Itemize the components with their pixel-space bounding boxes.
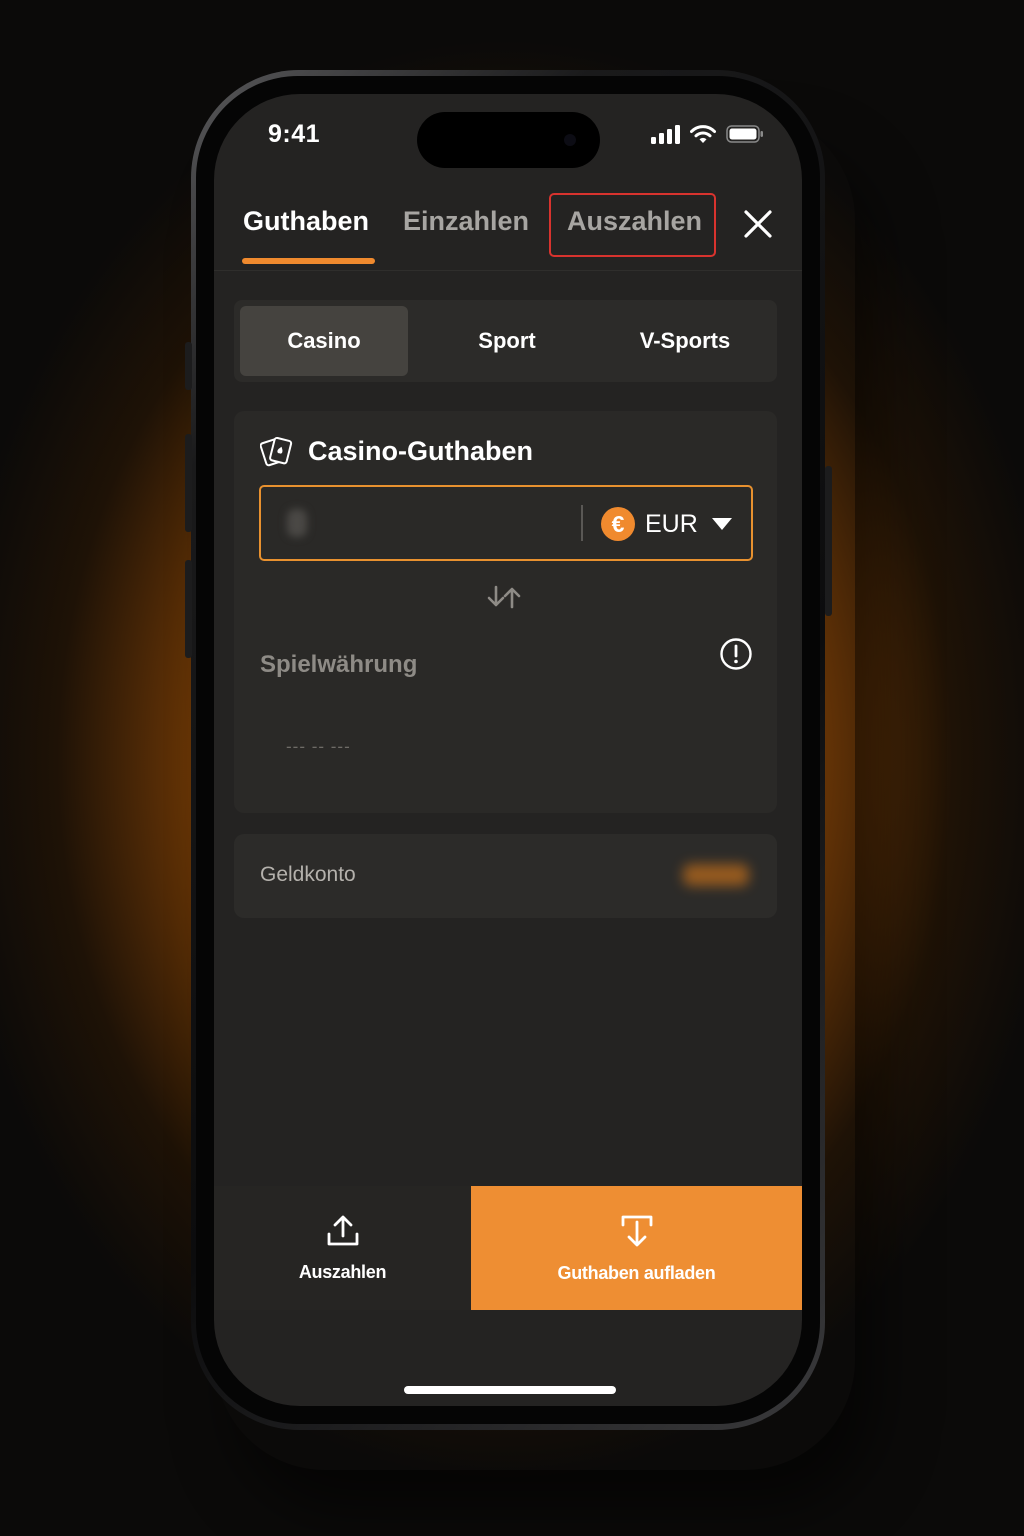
casino-balance-card: Casino-Guthaben € EUR Spielwährung --- -… <box>234 411 777 813</box>
card-header: Casino-Guthaben <box>260 435 533 467</box>
currency-code: EUR <box>645 509 698 538</box>
amount-value-obscured <box>287 509 307 537</box>
card-title: Casino-Guthaben <box>308 435 534 466</box>
account-value-obscured <box>683 864 749 886</box>
tab-auszahlen-highlight <box>549 193 716 257</box>
info-icon[interactable] <box>719 637 753 671</box>
power-button <box>825 466 832 616</box>
segment-casino[interactable]: Casino <box>240 306 408 376</box>
game-currency-label: Spielwährung <box>260 651 418 678</box>
wifi-icon <box>690 125 716 143</box>
segment-sport[interactable]: Sport <box>422 306 592 376</box>
dynamic-island <box>417 112 600 168</box>
action-button <box>185 342 192 390</box>
currency-select[interactable]: € EUR <box>601 505 732 543</box>
wallet-segmented-control: Casino Sport V-Sports <box>234 300 777 382</box>
download-tray-icon <box>621 1215 652 1246</box>
topup-button-label: Guthaben aufladen <box>557 1262 716 1283</box>
tab-einzahlen[interactable]: Einzahlen <box>403 206 529 237</box>
account-label: Geldkonto <box>260 863 356 886</box>
active-tab-indicator <box>242 258 375 264</box>
battery-icon <box>726 125 763 143</box>
amount-input[interactable]: € EUR <box>259 485 753 561</box>
signal-icon <box>651 125 680 144</box>
volume-up-button <box>185 434 192 532</box>
phone-screen: 9:41 Guthaben Einzahlen Auszahlen Casino <box>214 94 802 1406</box>
volume-down-button <box>185 560 192 658</box>
withdraw-button-label: Auszahlen <box>298 1261 387 1282</box>
account-row[interactable]: Geldkonto <box>234 834 777 918</box>
topup-button[interactable]: Guthaben aufladen <box>471 1186 802 1310</box>
tabs-divider <box>214 270 802 271</box>
tab-guthaben[interactable]: Guthaben <box>243 206 369 237</box>
caret-down-icon <box>711 518 732 530</box>
game-currency-value: --- -- --- <box>286 737 351 756</box>
close-icon[interactable] <box>742 208 774 240</box>
segment-v-sports[interactable]: V-Sports <box>596 306 774 376</box>
euro-icon: € <box>601 507 635 541</box>
status-icons <box>650 124 764 144</box>
input-divider <box>581 505 583 541</box>
camera-dot <box>564 134 576 146</box>
swap-arrows-icon[interactable] <box>486 583 522 611</box>
status-time: 9:41 <box>268 120 321 148</box>
bottom-action-bar: Auszahlen Guthaben aufladen <box>214 1186 802 1310</box>
home-indicator <box>404 1386 616 1394</box>
cards-icon <box>260 436 293 467</box>
upload-icon <box>327 1215 358 1245</box>
withdraw-button[interactable]: Auszahlen <box>214 1186 471 1310</box>
